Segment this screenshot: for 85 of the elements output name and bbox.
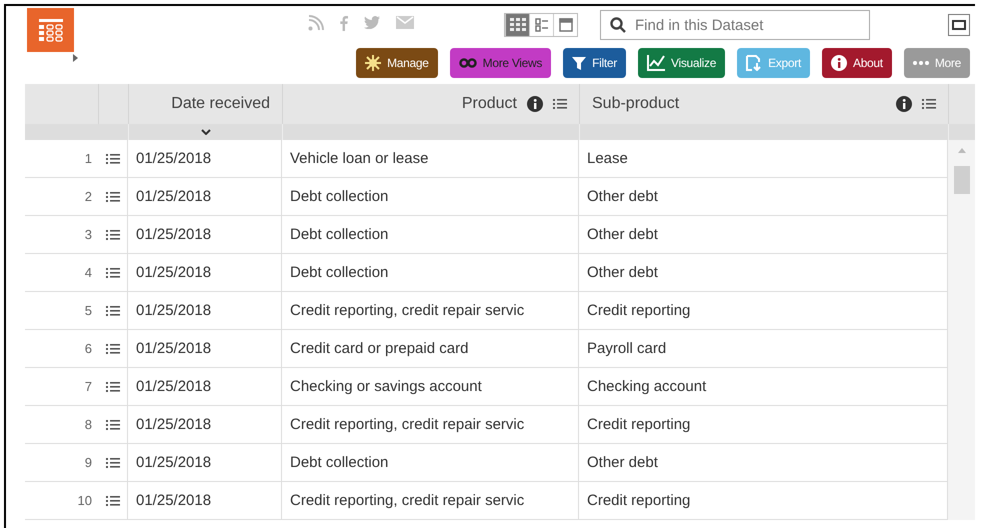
up-arrow-icon [958,148,966,153]
scroll-thumb[interactable] [954,166,970,194]
table-cell: 01/25/2018 [136,150,212,167]
row-menu-icon[interactable] [106,380,120,392]
table-cell: 01/25/2018 [136,340,212,357]
info-icon [830,55,847,71]
row-number: 7 [84,379,92,394]
table-cell: 01/25/2018 [136,226,212,243]
table-cell: 01/25/2018 [136,302,212,319]
manage-button[interactable]: Manage [356,48,438,78]
row-number: 9 [84,455,92,470]
triangle-icon [73,54,78,62]
table-cell: Checking account [587,378,706,395]
table-cell: Debt collection [290,264,388,281]
window-icon [952,20,966,30]
table-cell: 01/25/2018 [136,454,212,471]
table-cell: Credit card or prepaid card [290,340,468,357]
about-button[interactable]: About [822,48,892,78]
table-cell: Credit reporting, credit repair servic [290,416,524,433]
table-cell: Checking or savings account [290,378,482,395]
table-cell: Debt collection [290,226,388,243]
table-cell: Other debt [587,188,658,205]
row-menu-icon[interactable] [106,266,120,278]
table-icon [36,16,64,44]
list-icon [534,18,548,32]
chart-icon [646,55,665,71]
bird-icon [364,16,380,29]
glasses-icon [458,58,477,68]
table-cell: Other debt [587,454,658,471]
row-menu-icon[interactable] [106,228,120,240]
window-icon [558,18,572,32]
view-toggle[interactable] [505,14,529,36]
column-header[interactable]: Sub-product [592,95,886,113]
ellipsis-icon [912,60,929,66]
row-number: 10 [78,493,92,508]
table-cell: Credit reporting [587,302,690,319]
table-cell: Credit reporting, credit repair servic [290,492,524,509]
table-cell: 01/25/2018 [136,188,212,205]
row-number: 8 [84,417,92,432]
table-cell: 01/25/2018 [136,416,212,433]
row-menu-icon[interactable] [106,494,120,506]
table-cell: Other debt [587,264,658,281]
info-icon [527,96,543,112]
row-menu-icon[interactable] [106,342,120,354]
row-menu-icon[interactable] [106,456,120,468]
column-header[interactable]: Product [295,95,517,113]
table-cell: Other debt [587,226,658,243]
row-menu-icon[interactable] [106,152,120,164]
table-cell: Debt collection [290,454,388,471]
table-cell: Lease [587,150,628,167]
column-header[interactable]: Date received [141,95,270,113]
table-cell: Debt collection [290,188,388,205]
table-cell: 01/25/2018 [136,264,212,281]
fullscreen-button[interactable] [948,14,970,36]
table-cell: Credit reporting, credit repair servic [290,302,524,319]
visualize-button[interactable]: Visualize [638,48,726,78]
table-cell: 01/25/2018 [136,378,212,395]
row-number: 6 [84,341,92,356]
row-number: 3 [84,227,92,242]
column-menu-icon [922,98,936,110]
scrollbar[interactable] [948,140,975,520]
gear-icon [365,55,382,71]
table-cell: Credit reporting [587,416,690,433]
rss-icon [308,14,324,30]
search-field[interactable]: Find in this Dataset [600,10,870,40]
table-cell: Credit reporting [587,492,690,509]
column-menu-icon [553,98,567,110]
table-cell: 01/25/2018 [136,492,212,509]
filter-button[interactable]: Filter [563,48,626,78]
table-cell: Vehicle loan or lease [290,150,428,167]
filter-icon [572,56,586,70]
grid-icon [510,18,526,32]
row-menu-icon[interactable] [106,190,120,202]
info-icon [896,96,912,112]
mail-icon [396,16,414,29]
document-icon [746,55,762,71]
row-number: 1 [84,151,92,166]
row-menu-icon[interactable] [106,418,120,430]
row-menu-icon[interactable] [106,304,120,316]
row-number: 5 [84,303,92,318]
table-cell: Payroll card [587,340,666,357]
search-icon [610,17,626,33]
views-button[interactable]: More Views [450,48,552,78]
row-number: 2 [84,189,92,204]
row-number: 4 [84,265,92,280]
